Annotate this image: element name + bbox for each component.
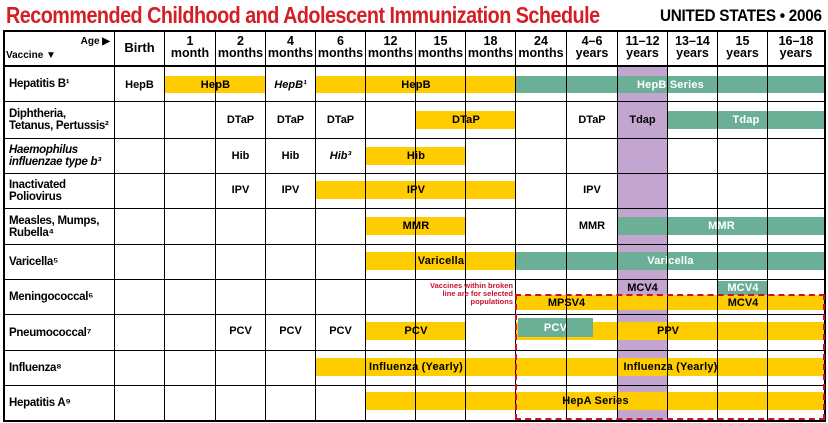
header-age-15-months: 15 months	[417, 34, 464, 60]
header-age-12-months: 12 months	[367, 34, 414, 60]
header-age-18-months: 18 months	[467, 34, 514, 60]
header-age-11-12-years: 11–12 years	[625, 34, 660, 60]
header-age-6-months: 6 months	[317, 34, 364, 60]
hib-4-month-dose: Hib	[281, 150, 300, 162]
hepb-4-month-dose: HepB¹	[274, 78, 307, 91]
header-age-birth: Birth	[124, 39, 155, 55]
hepb-birth-dose: HepB	[125, 78, 154, 91]
tdap-11-12-year-dose: Tdap	[629, 114, 656, 126]
row-label-varicella: Varicella⁵	[9, 256, 59, 268]
mmr-4-6-year-dose: MMR	[578, 220, 606, 232]
header-age-4-months: 4 months	[267, 34, 314, 60]
hib-2-month-dose: Hib	[231, 150, 250, 162]
header-age-13-14-years: 13–14 years	[675, 34, 710, 60]
header-corner: Age ▶ Vaccine ▼	[4, 30, 112, 65]
row-label-dtp: Diphtheria, Tetanus, Pertussis²	[9, 108, 109, 132]
mcv4-11-12-year-dose: MCV4	[627, 282, 658, 294]
row-label-pneumococcal: Pneumococcal⁷	[9, 326, 92, 339]
dtap-2-month-dose: DTaP	[226, 114, 255, 126]
row-label-influenza: Influenza⁸	[9, 362, 62, 374]
selected-populations-boundary	[515, 294, 825, 420]
page-title: Recommended Childhood and Adolescent Imm…	[6, 2, 600, 28]
dtap-4-month-dose: DTaP	[276, 114, 305, 126]
hib-6-month-dose: Hib³	[329, 150, 352, 162]
pcv-4-month-dose: PCV	[279, 325, 302, 337]
dtap-6-month-dose: DTaP	[326, 114, 355, 126]
ipv-2-month-dose: IPV	[231, 184, 250, 196]
page-subtitle: UNITED STATES • 2006	[660, 6, 822, 25]
dtap-4-6-year-dose: DTaP	[578, 114, 606, 126]
vaccine-axis-label: Vaccine ▼	[6, 50, 56, 61]
row-label-meningococcal: Meningococcal⁶	[9, 291, 94, 303]
header-age-2-months: 2 months	[217, 34, 264, 60]
pcv-6-month-dose: PCV	[329, 325, 352, 337]
header-age-4-6-years: 4–6 years	[575, 34, 609, 60]
header-age-1-month: 1 month	[170, 34, 210, 60]
ipv-4-6-year-dose: IPV	[583, 184, 601, 196]
row-label-ipv: Inactivated Poliovirus	[9, 179, 66, 203]
row-label-mmr: Measles, Mumps, Rubella⁴	[9, 214, 100, 239]
header-age-15-years: 15 years	[726, 34, 759, 60]
row-label-hib: Haemophilus influenzae type b³	[9, 144, 101, 168]
row-label-hepatitis-b: Hepatitis B¹	[9, 78, 70, 90]
ipv-4-month-dose: IPV	[281, 184, 300, 196]
selected-populations-note: Vaccines within broken line are for sele…	[430, 281, 513, 306]
header-age-16-18-years: 16–18 years	[778, 34, 814, 60]
header-age-24-months: 24 months	[518, 34, 564, 60]
pcv-2-month-dose: PCV	[229, 325, 252, 337]
row-label-hepatitis-a: Hepatitis A⁹	[9, 397, 71, 409]
age-axis-label: Age ▶	[80, 36, 110, 47]
